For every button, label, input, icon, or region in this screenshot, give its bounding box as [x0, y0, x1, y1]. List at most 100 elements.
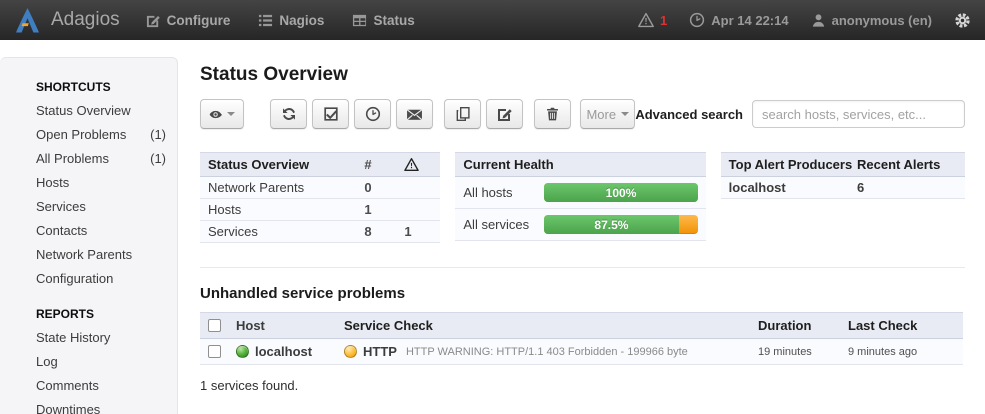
datetime-label: Apr 14 22:14 [711, 13, 788, 28]
nav-item-configure[interactable]: Configure [146, 13, 231, 28]
hosts-health-bar-fill: 100% [544, 183, 697, 202]
table-row[interactable]: Services 8 1 [200, 221, 440, 243]
row-checkbox[interactable] [208, 345, 221, 358]
warning-column-header [404, 157, 432, 172]
table-row[interactable]: Network Parents 0 [200, 177, 440, 199]
sidebar-item-status-overview[interactable]: Status Overview [36, 99, 166, 123]
section-divider [200, 267, 965, 268]
settings-button[interactable] [954, 12, 971, 29]
problem-duration: 19 minutes [758, 346, 848, 358]
nav-item-label: Nagios [279, 13, 324, 28]
producer-host: localhost [729, 180, 857, 195]
problems-table: Host Service Check Duration Last Check l… [200, 312, 963, 365]
edit-button[interactable] [486, 99, 523, 129]
health-row-services: All services 87.5% [455, 209, 705, 241]
sidebar-item-services[interactable]: Services [36, 195, 166, 219]
table-row[interactable]: localhost 6 [721, 177, 965, 199]
sidebar-item-all-problems[interactable]: All Problems(1) [36, 147, 166, 171]
sidebar-item-state-history[interactable]: State History [36, 326, 166, 350]
copy-icon [455, 106, 471, 122]
sidebar-item-configuration[interactable]: Configuration [36, 267, 166, 291]
search-input[interactable] [752, 100, 965, 128]
navbar-datetime[interactable]: Apr 14 22:14 [689, 12, 788, 28]
sidebar-item-contacts[interactable]: Contacts [36, 219, 166, 243]
sidebar-item-comments[interactable]: Comments [36, 374, 166, 398]
advanced-search: Advanced search [635, 100, 965, 128]
more-label: More [586, 107, 616, 122]
main-content: Status Overview [200, 40, 965, 393]
nav-item-label: Status [373, 13, 414, 28]
user-icon [811, 13, 826, 28]
adagios-logo-icon[interactable] [14, 7, 41, 34]
table-icon [352, 13, 367, 28]
nav-item-nagios[interactable]: Nagios [258, 13, 324, 28]
sidebar-item-log[interactable]: Log [36, 350, 166, 374]
gear-icon [954, 12, 971, 29]
sidebar-item-network-parents[interactable]: Network Parents [36, 243, 166, 267]
view-filter-dropdown-button[interactable] [200, 99, 244, 129]
chevron-down-icon [621, 112, 629, 116]
table-row[interactable]: Hosts 1 [200, 199, 440, 221]
host-ok-status-icon [236, 345, 249, 358]
nav-item-status[interactable]: Status [352, 13, 414, 28]
current-health-panel: Current Health All hosts 100% All servic… [455, 152, 705, 241]
sidebar-item-open-problems[interactable]: Open Problems(1) [36, 123, 166, 147]
navbar-alerts[interactable]: 1 [638, 12, 667, 28]
chevron-down-icon [227, 112, 235, 116]
last-check-column-header: Last Check [848, 318, 955, 333]
clock-icon [365, 106, 381, 122]
refresh-button[interactable] [270, 99, 307, 129]
edit-icon [497, 106, 513, 122]
problems-table-header: Host Service Check Duration Last Check [200, 312, 963, 339]
brand-title[interactable]: Adagios [51, 9, 120, 31]
hosts-health-bar[interactable]: 100% [544, 183, 697, 202]
navbar-user[interactable]: anonymous (en) [811, 13, 932, 28]
acknowledge-button[interactable] [312, 99, 349, 129]
recent-alerts-column-header: Recent Alerts [857, 157, 957, 172]
toolbar: More Advanced search [200, 99, 965, 129]
adagios-status-page: Adagios Configure Nagios Status 1 Apr [0, 0, 985, 414]
item-count: (1) [150, 147, 166, 171]
service-name[interactable]: HTTP [363, 344, 397, 359]
status-panel-title: Status Overview [208, 157, 364, 172]
clock-icon [689, 12, 705, 28]
status-overview-panel: Status Overview # Network Parents 0 Host… [200, 152, 440, 243]
eye-icon [209, 106, 222, 123]
count-column-header: # [364, 157, 404, 172]
warning-icon [638, 12, 654, 28]
sidebar-heading-reports: REPORTS [36, 307, 177, 321]
edit-icon [146, 13, 161, 28]
duration-column-header: Duration [758, 318, 848, 333]
results-count: 1 services found. [200, 378, 965, 393]
navbar-right: 1 Apr 14 22:14 anonymous (en) [638, 12, 971, 29]
sidebar-heading-shortcuts: SHORTCUTS [36, 80, 177, 94]
copy-button[interactable] [444, 99, 481, 129]
nav-item-label: Configure [167, 13, 231, 28]
checkbox-check-icon [323, 106, 339, 122]
sidebar-item-downtimes[interactable]: Downtimes [36, 398, 166, 414]
envelope-icon [406, 106, 423, 123]
select-all-checkbox[interactable] [208, 319, 221, 332]
advanced-search-label: Advanced search [635, 107, 743, 122]
schedule-downtime-button[interactable] [354, 99, 391, 129]
service-status-message: HTTP WARNING: HTTP/1.1 403 Forbidden - 1… [406, 346, 688, 358]
send-email-button[interactable] [396, 99, 433, 129]
service-warning-status-icon [344, 345, 357, 358]
page-title: Status Overview [200, 64, 965, 86]
item-count: (1) [150, 123, 166, 147]
refresh-icon [281, 106, 297, 122]
host-column-header: Host [236, 318, 344, 333]
delete-button[interactable] [534, 99, 571, 129]
services-health-bar-fill: 87.5% [544, 215, 678, 234]
host-name[interactable]: localhost [255, 344, 312, 359]
table-row[interactable]: localhost HTTP HTTP WARNING: HTTP/1.1 40… [200, 339, 963, 365]
producers-column-header: Top Alert Producers [729, 157, 857, 172]
problem-last-check: 9 minutes ago [848, 346, 955, 358]
services-health-bar[interactable]: 87.5% [544, 215, 697, 234]
navbar-menu: Configure Nagios Status [146, 13, 415, 28]
sidebar: SHORTCUTS Status Overview Open Problems(… [0, 57, 178, 414]
sidebar-item-hosts[interactable]: Hosts [36, 171, 166, 195]
more-dropdown-button[interactable]: More [580, 99, 635, 129]
list-icon [258, 13, 273, 28]
warning-icon [404, 157, 419, 172]
